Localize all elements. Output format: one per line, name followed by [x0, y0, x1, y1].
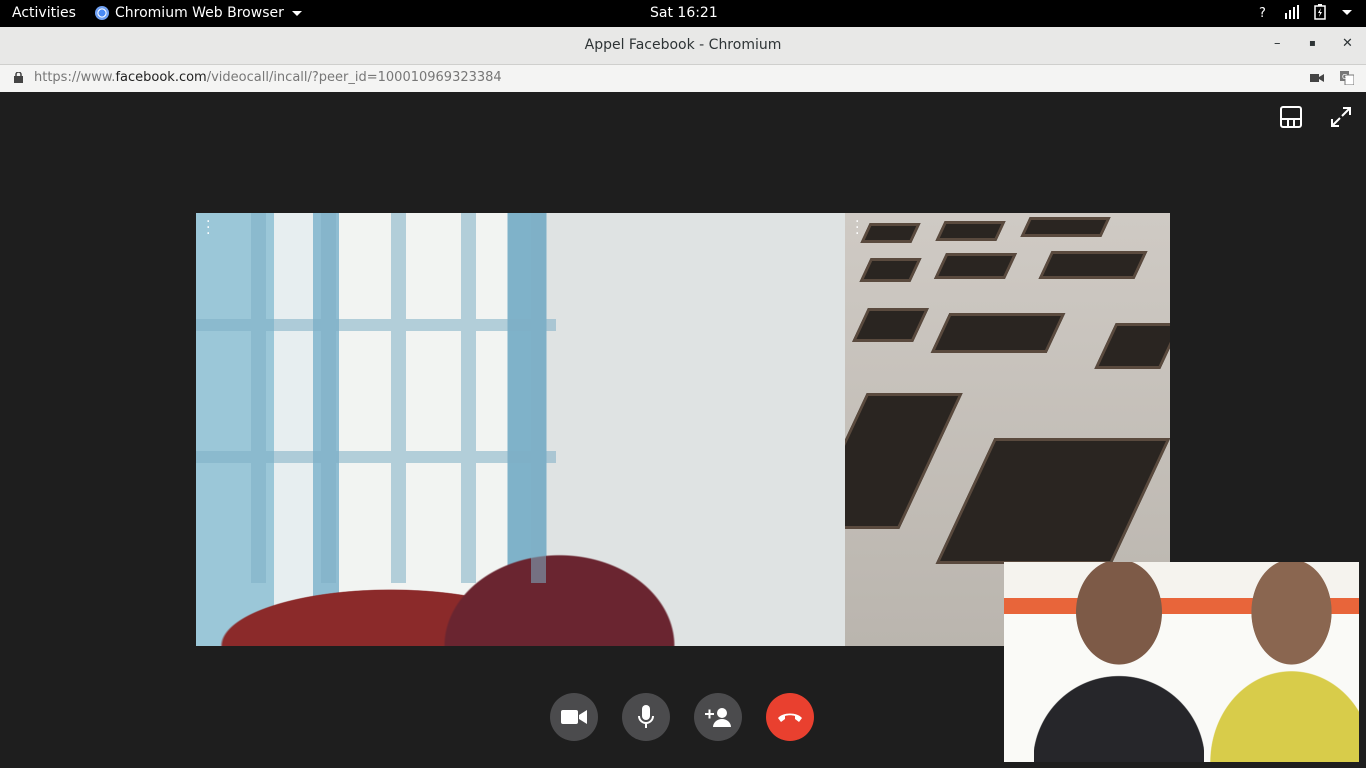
- building-window: [933, 253, 1018, 279]
- building-window: [1038, 251, 1148, 279]
- clock[interactable]: Sat 16:21: [650, 5, 718, 21]
- building-window: [852, 308, 929, 342]
- app-menu[interactable]: Chromium Web Browser: [95, 5, 302, 21]
- building-window: [860, 223, 921, 243]
- window-title: Appel Facebook - Chromium: [584, 37, 782, 53]
- close-button[interactable]: ✕: [1342, 36, 1353, 51]
- call-controls: [550, 693, 814, 741]
- svg-text:G: G: [1342, 73, 1347, 81]
- chromium-icon: [95, 6, 109, 20]
- svg-text:?: ?: [1259, 6, 1266, 19]
- app-name: Chromium Web Browser: [115, 5, 284, 21]
- chevron-down-icon: [1342, 9, 1352, 15]
- url-path: /videocall/incall/?peer_id=1000109693233…: [206, 70, 502, 85]
- url-domain: facebook.com: [115, 70, 207, 85]
- video-camera-icon: [561, 710, 587, 724]
- url-text[interactable]: https://www.facebook.com/videocall/incal…: [34, 70, 502, 85]
- maximize-button[interactable]: ▪: [1309, 38, 1316, 49]
- url-prefix: https://www.: [34, 70, 116, 85]
- address-bar[interactable]: https://www.facebook.com/videocall/incal…: [0, 65, 1366, 93]
- system-tray[interactable]: ?: [1256, 4, 1352, 20]
- network-question-icon: ?: [1259, 6, 1266, 19]
- self-view-video[interactable]: [1004, 562, 1359, 762]
- building-window: [859, 258, 922, 282]
- camera-button[interactable]: [550, 693, 598, 741]
- lock-icon: [14, 72, 23, 83]
- minimize-button[interactable]: –: [1274, 36, 1281, 51]
- building-window: [930, 313, 1066, 353]
- camera-permission-icon[interactable]: [1310, 73, 1324, 83]
- chevron-down-icon: [291, 10, 302, 16]
- activities-button[interactable]: Activities: [12, 5, 76, 21]
- battery-icon: [1314, 4, 1326, 20]
- person-right: [1209, 562, 1359, 762]
- microphone-icon: [638, 705, 654, 728]
- window-background: [196, 213, 556, 583]
- building-window: [845, 393, 963, 529]
- add-person-icon: [705, 708, 731, 727]
- translate-icon[interactable]: G: [1340, 71, 1354, 85]
- building-window: [1094, 323, 1170, 369]
- system-top-bar: Activities Chromium Web Browser Sat 16:2…: [0, 0, 1366, 27]
- hang-up-icon: [778, 713, 802, 722]
- more-options-icon[interactable]: · · ·: [206, 215, 210, 241]
- participant-video-1[interactable]: · · ·: [196, 213, 845, 646]
- signal-icon: [1285, 5, 1299, 19]
- add-person-button[interactable]: [694, 693, 742, 741]
- building-window: [935, 221, 1006, 241]
- video-call-area: · · · · · ·: [0, 92, 1366, 768]
- end-call-button[interactable]: [766, 693, 814, 741]
- person-left: [1034, 562, 1204, 762]
- window-title-bar: Appel Facebook - Chromium – ▪ ✕: [0, 27, 1366, 65]
- more-options-icon[interactable]: · · ·: [855, 215, 859, 241]
- layout-icon[interactable]: [1280, 106, 1302, 128]
- building-window: [935, 438, 1170, 564]
- fullscreen-icon[interactable]: [1330, 106, 1352, 128]
- building-window: [1020, 217, 1111, 237]
- microphone-button[interactable]: [622, 693, 670, 741]
